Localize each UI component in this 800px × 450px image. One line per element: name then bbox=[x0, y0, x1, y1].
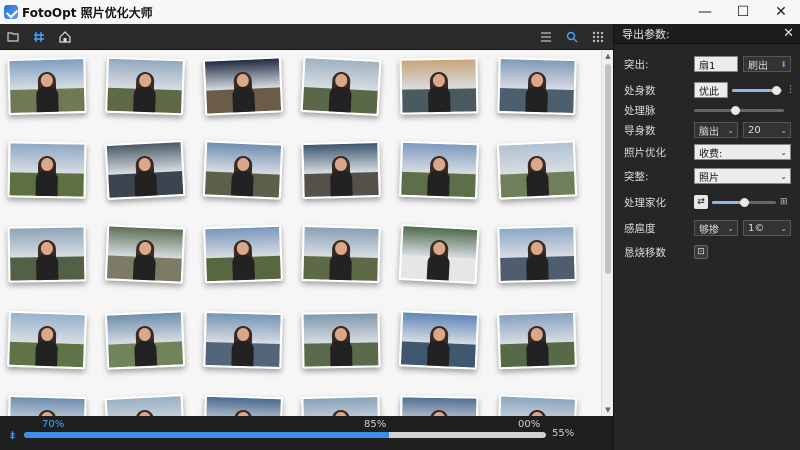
photo-thumbnail[interactable] bbox=[7, 310, 87, 370]
list-view-icon[interactable] bbox=[537, 28, 555, 46]
panel-header: 导出参数: ✕ bbox=[614, 24, 800, 44]
photo-thumbnail[interactable] bbox=[496, 394, 578, 416]
panel-close-icon[interactable]: ✕ bbox=[783, 26, 794, 41]
param-input[interactable]: 优此 bbox=[694, 82, 728, 98]
param-dropdown[interactable]: 收费: ⌄ bbox=[694, 144, 791, 160]
param-dropdown[interactable]: 20 ⌄ bbox=[743, 122, 791, 138]
more-grid-icon[interactable] bbox=[589, 28, 607, 46]
photo-thumbnail[interactable] bbox=[301, 311, 381, 369]
param-dropdown[interactable]: 刷出 ⬇ bbox=[743, 56, 791, 72]
param-label: 突出: bbox=[624, 58, 649, 71]
photo-thumbnail[interactable] bbox=[497, 310, 577, 370]
param-row-1: 处身数 优此 ⋮ bbox=[614, 80, 800, 100]
param-slider[interactable] bbox=[694, 106, 784, 115]
param-dropdown[interactable]: 脑出 ⌄ bbox=[694, 122, 738, 138]
param-dropdown[interactable]: 照片 ⌄ bbox=[694, 168, 791, 184]
slider-knob[interactable] bbox=[730, 106, 740, 115]
progress-label-right-top: 00% bbox=[518, 419, 541, 430]
scroll-down-icon[interactable]: ▼ bbox=[602, 404, 613, 416]
slider-knob[interactable] bbox=[772, 86, 781, 95]
param-row-3: 导身数 脑出 ⌄ 20 ⌄ bbox=[614, 120, 800, 140]
photo-thumbnail[interactable] bbox=[398, 223, 480, 285]
panel-title: 导出参数: bbox=[622, 27, 670, 41]
photo-gallery: ▲ ▼ bbox=[0, 50, 613, 416]
toggle-icon[interactable]: ⇄ bbox=[694, 195, 708, 209]
photo-thumbnail[interactable] bbox=[104, 393, 186, 416]
progress-track bbox=[24, 432, 546, 438]
settings-icon[interactable]: ⊡ bbox=[694, 245, 708, 259]
progress-fill bbox=[24, 432, 390, 438]
progress-label-right: 55% bbox=[552, 428, 575, 439]
photo-thumbnail[interactable] bbox=[104, 310, 186, 370]
app-title: FotoOpt 照片优化大师 bbox=[22, 5, 153, 20]
param-label: 恳烧移数 bbox=[624, 246, 666, 259]
slider-more-icon[interactable]: ⊞ bbox=[780, 197, 788, 207]
progress-bar-area: ⇟ 70% 85% 00% 55% bbox=[0, 416, 613, 450]
photo-thumbnail[interactable] bbox=[104, 224, 186, 284]
progress-label-current: 70% bbox=[42, 419, 65, 430]
param-label: 突整: bbox=[624, 170, 649, 183]
progress-status-icon: ⇟ bbox=[8, 429, 18, 442]
photo-thumbnail[interactable] bbox=[104, 139, 186, 201]
close-button[interactable]: ✕ bbox=[762, 0, 800, 24]
photo-thumbnail[interactable] bbox=[301, 224, 381, 284]
photo-thumbnail[interactable] bbox=[399, 140, 479, 200]
photo-thumbnail[interactable] bbox=[7, 56, 87, 116]
app-logo-icon bbox=[4, 5, 18, 19]
minimize-button[interactable]: — bbox=[686, 0, 724, 24]
param-label: 处理脉 bbox=[624, 104, 656, 117]
home-icon[interactable] bbox=[56, 28, 74, 46]
photo-thumbnail[interactable] bbox=[497, 224, 577, 284]
photo-thumbnail[interactable] bbox=[203, 310, 283, 370]
photo-thumbnail[interactable] bbox=[202, 56, 284, 116]
param-label: 导身数 bbox=[624, 124, 656, 137]
photo-thumbnail[interactable] bbox=[496, 140, 578, 200]
param-row-2: 处理脉 bbox=[614, 100, 800, 120]
photo-thumbnail[interactable] bbox=[497, 56, 577, 116]
param-label: 处身数 bbox=[624, 84, 656, 97]
maximize-button[interactable]: ☐ bbox=[724, 0, 762, 24]
param-dropdown[interactable]: 1© ⌄ bbox=[743, 220, 791, 236]
folder-icon[interactable] bbox=[4, 28, 22, 46]
window-controls: — ☐ ✕ bbox=[686, 0, 800, 24]
export-params-panel: 导出参数: ✕ 突出: 扇1 刷出 ⬇ 处身数 优此 ⋮ 处理脉 导身数 脑出 ⌄ … bbox=[613, 24, 800, 450]
param-row-7: 感扈度 够掺 ⌄ 1© ⌄ bbox=[614, 218, 800, 238]
param-label: 感扈度 bbox=[624, 222, 656, 235]
photo-thumbnail[interactable] bbox=[398, 310, 480, 370]
photo-thumbnail[interactable] bbox=[203, 224, 283, 284]
photo-thumbnail[interactable] bbox=[202, 140, 284, 200]
param-slider[interactable] bbox=[732, 86, 782, 95]
scroll-up-icon[interactable]: ▲ bbox=[602, 50, 613, 62]
photo-thumbnail[interactable] bbox=[7, 225, 87, 283]
photo-thumbnail[interactable] bbox=[399, 57, 479, 115]
param-row-4: 照片优化 收费: ⌄ bbox=[614, 142, 800, 162]
param-input[interactable]: 扇1 bbox=[694, 56, 738, 72]
param-row-8: 恳烧移数 ⊡ bbox=[614, 242, 800, 262]
param-row-6: 处理家化 ⇄ ⊞ bbox=[614, 192, 800, 212]
photo-thumbnail[interactable] bbox=[301, 140, 381, 200]
slider-more-icon[interactable]: ⋮ bbox=[786, 85, 795, 95]
search-view-icon[interactable] bbox=[563, 28, 581, 46]
param-row-0: 突出: 扇1 刷出 ⬇ bbox=[614, 54, 800, 74]
param-dropdown[interactable]: 够掺 ⌄ bbox=[694, 220, 738, 236]
param-label: 处理家化 bbox=[624, 196, 666, 209]
scrollbar-thumb[interactable] bbox=[605, 64, 611, 274]
slider-knob[interactable] bbox=[740, 198, 749, 207]
photo-thumbnail[interactable] bbox=[7, 141, 87, 199]
photo-thumbnail[interactable] bbox=[7, 394, 87, 416]
param-slider[interactable] bbox=[712, 198, 776, 207]
grid-icon[interactable] bbox=[30, 28, 48, 46]
toolbar bbox=[0, 24, 613, 50]
photo-thumbnail[interactable] bbox=[203, 394, 283, 416]
title-bar: FotoOpt 照片优化大师 — ☐ ✕ bbox=[0, 0, 800, 24]
photo-thumbnail[interactable] bbox=[301, 394, 381, 416]
vertical-scrollbar[interactable]: ▲ ▼ bbox=[601, 50, 613, 416]
progress-label-mid: 85% bbox=[364, 419, 387, 430]
photo-thumbnail[interactable] bbox=[399, 395, 479, 416]
param-row-5: 突整: 照片 ⌄ bbox=[614, 166, 800, 186]
photo-thumbnail[interactable] bbox=[300, 55, 382, 117]
photo-thumbnail[interactable] bbox=[105, 56, 185, 116]
param-label: 照片优化 bbox=[624, 146, 666, 159]
